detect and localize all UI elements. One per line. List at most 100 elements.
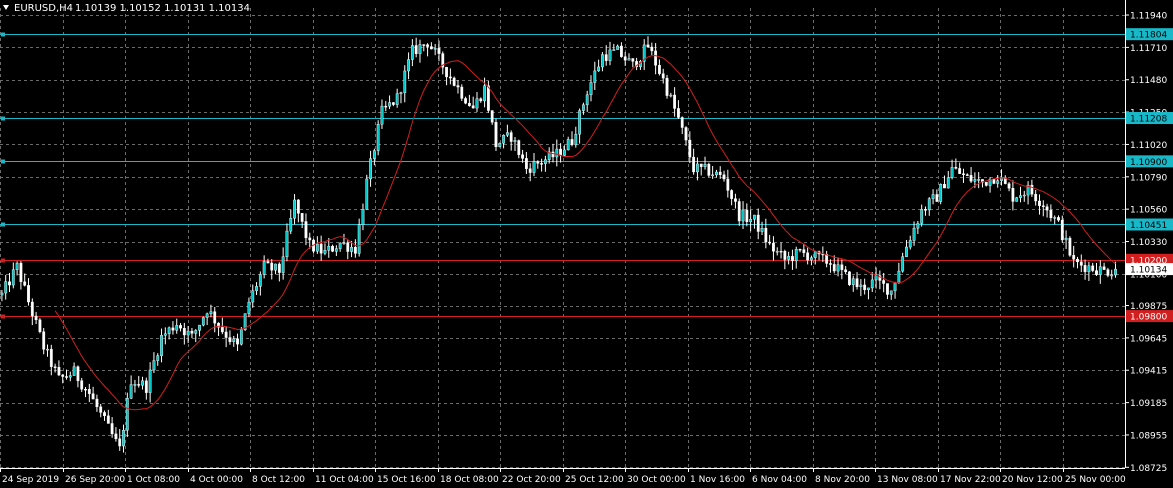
candle-body bbox=[528, 168, 532, 173]
candle-body bbox=[464, 98, 467, 104]
candle-body bbox=[969, 175, 973, 182]
candle-body bbox=[764, 228, 768, 243]
candle-body bbox=[296, 199, 300, 214]
candle-body bbox=[753, 214, 756, 220]
candle bbox=[889, 290, 893, 300]
candle bbox=[1079, 254, 1083, 273]
candle bbox=[4, 274, 8, 300]
price-chart[interactable]: 1.119401.117101.114801.112501.110201.107… bbox=[0, 0, 1173, 488]
candle-body bbox=[384, 105, 388, 108]
candle-body bbox=[429, 46, 433, 50]
time-tick-label: 8 Nov 20:00 bbox=[815, 475, 870, 485]
candle-body bbox=[76, 366, 80, 381]
candle bbox=[334, 245, 338, 257]
candle-body bbox=[585, 94, 589, 106]
chevron-down-icon[interactable] bbox=[3, 5, 9, 10]
candle bbox=[91, 386, 95, 400]
level-handle[interactable] bbox=[1, 314, 5, 319]
ohlc-readout: 1.10139 1.10152 1.10131 1.10134 bbox=[75, 3, 250, 14]
candle bbox=[1019, 186, 1022, 203]
candle-body bbox=[141, 380, 144, 386]
candle bbox=[597, 59, 601, 72]
candle-body bbox=[905, 246, 908, 257]
candle-body bbox=[4, 281, 8, 294]
candle-body bbox=[1110, 274, 1114, 277]
candle-body bbox=[144, 380, 148, 393]
candle-body bbox=[426, 44, 429, 47]
candle bbox=[1026, 181, 1030, 205]
candle bbox=[1038, 194, 1041, 215]
candle-body bbox=[224, 331, 228, 338]
candle bbox=[848, 271, 851, 287]
chart-window[interactable]: 1.119401.117101.114801.112501.110201.107… bbox=[0, 0, 1173, 488]
level-handle[interactable] bbox=[1, 222, 5, 227]
candle-body bbox=[262, 261, 266, 275]
level-handle[interactable] bbox=[1, 116, 5, 121]
candle bbox=[772, 236, 775, 261]
candle bbox=[1045, 203, 1049, 218]
candle-body bbox=[251, 290, 255, 303]
candle-body bbox=[1041, 205, 1045, 207]
candle bbox=[213, 307, 217, 333]
time-tick-label: 11 Oct 04:00 bbox=[315, 475, 374, 485]
candle-body bbox=[1034, 194, 1038, 202]
candle-body bbox=[870, 279, 874, 289]
candle bbox=[882, 272, 886, 293]
candle bbox=[372, 148, 376, 166]
candle bbox=[893, 281, 897, 299]
level-label: 1.10900 bbox=[1130, 158, 1167, 168]
level-handle[interactable] bbox=[1, 258, 5, 263]
candle bbox=[1030, 179, 1034, 197]
candle-body bbox=[886, 283, 889, 295]
candle bbox=[57, 360, 61, 377]
candle bbox=[42, 328, 46, 355]
candle-body bbox=[498, 143, 502, 148]
candle-body bbox=[532, 161, 536, 173]
candle bbox=[103, 410, 106, 421]
candle-body bbox=[992, 179, 996, 184]
level-handle[interactable] bbox=[1, 159, 5, 164]
candle bbox=[148, 362, 152, 403]
horizontal-levels[interactable] bbox=[0, 32, 1125, 319]
candle-body bbox=[1038, 200, 1041, 206]
candle-body bbox=[677, 108, 680, 118]
candle bbox=[217, 322, 220, 336]
candle-body bbox=[167, 327, 171, 335]
candle-body bbox=[604, 54, 608, 61]
level-handle[interactable] bbox=[1, 32, 5, 37]
candle bbox=[293, 194, 296, 225]
candle-body bbox=[319, 243, 323, 254]
candle-body bbox=[452, 77, 456, 86]
candle bbox=[992, 179, 996, 185]
candle-body bbox=[730, 190, 734, 199]
time-tick-label: 18 Oct 08:00 bbox=[440, 475, 499, 485]
candle-body bbox=[247, 301, 251, 314]
candle bbox=[0, 290, 4, 302]
candle bbox=[1053, 215, 1057, 225]
candle bbox=[737, 198, 741, 226]
candle-body bbox=[589, 82, 593, 95]
candle-body bbox=[137, 384, 141, 386]
candle-body bbox=[715, 171, 718, 176]
candle-body bbox=[851, 278, 855, 285]
candle-body bbox=[688, 139, 692, 158]
candle bbox=[1102, 262, 1106, 270]
candle bbox=[931, 189, 935, 205]
candle bbox=[270, 259, 274, 280]
candle-body bbox=[943, 183, 946, 189]
candle-body bbox=[213, 311, 217, 324]
candle bbox=[125, 392, 129, 438]
candle-body bbox=[1098, 266, 1102, 275]
candle bbox=[620, 42, 623, 58]
candle-body bbox=[756, 214, 760, 232]
candle-body bbox=[958, 168, 962, 174]
candle-body bbox=[350, 246, 353, 252]
candle bbox=[251, 284, 255, 308]
candle bbox=[616, 44, 620, 50]
candle-body bbox=[718, 171, 722, 176]
candle-body bbox=[931, 194, 935, 199]
candle bbox=[517, 139, 521, 159]
candle bbox=[578, 108, 582, 144]
candle-body bbox=[897, 270, 901, 284]
candle bbox=[141, 376, 144, 390]
